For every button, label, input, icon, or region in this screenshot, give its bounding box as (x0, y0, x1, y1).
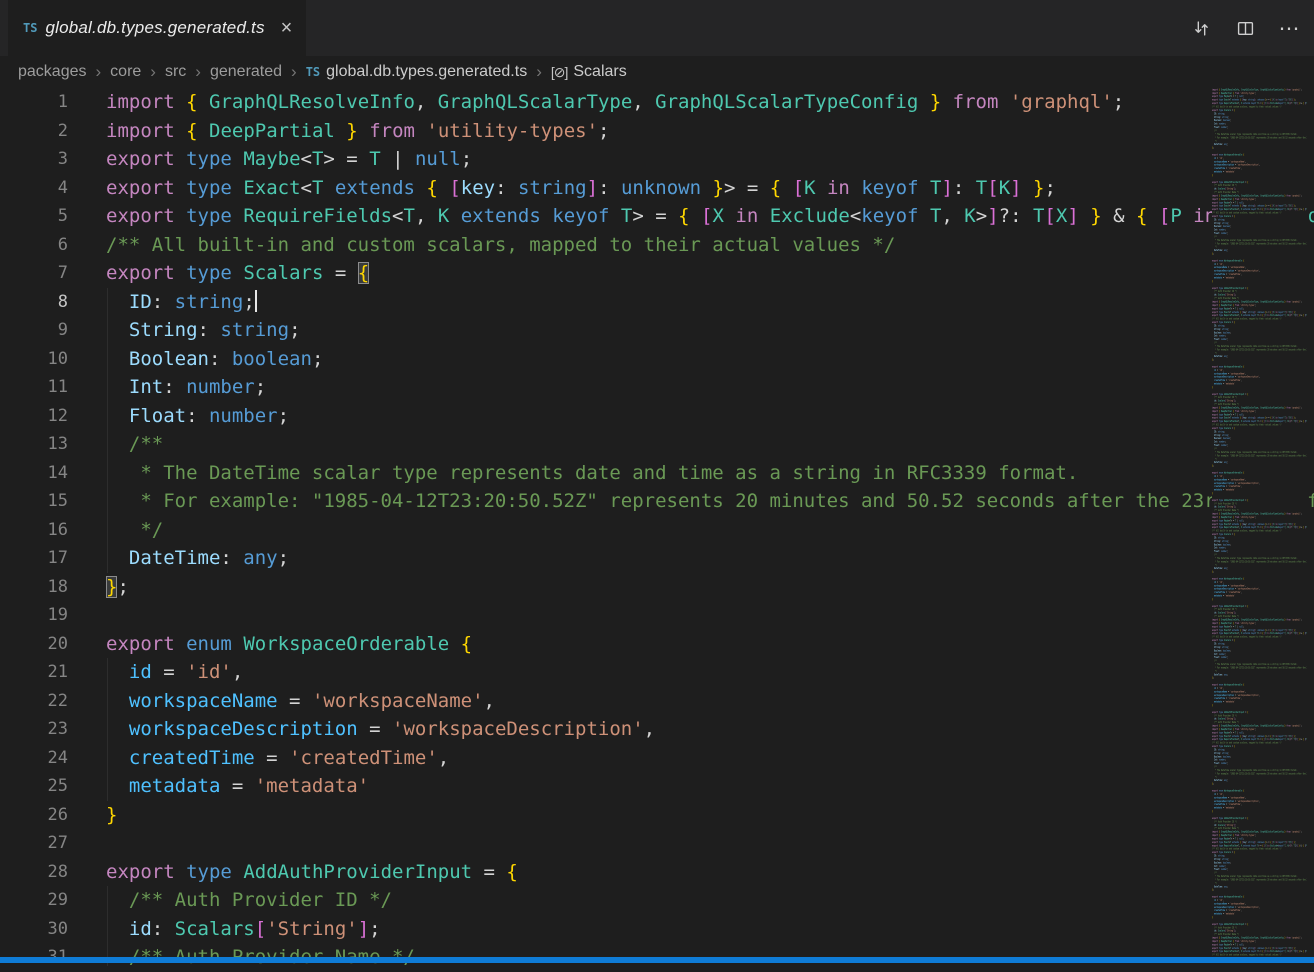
breadcrumb-item-core[interactable]: core (110, 63, 141, 81)
code-line-14[interactable]: * The DateTime scalar type represents da… (106, 459, 1314, 488)
line-number: 12 (0, 402, 68, 431)
code-line-18[interactable]: }; (106, 573, 1314, 602)
code-line-28[interactable]: export type AddAuthProviderInput = { (106, 858, 1314, 887)
line-number: 20 (0, 630, 68, 659)
breadcrumb-separator: › (150, 62, 156, 82)
code-line-9[interactable]: String: string; (106, 316, 1314, 345)
line-number: 1 (0, 88, 68, 117)
code-line-26[interactable]: } (106, 801, 1314, 830)
code-line-27[interactable] (106, 829, 1314, 858)
text-cursor (255, 290, 257, 312)
code-line-3[interactable]: export type Maybe<T> = T | null; (106, 145, 1314, 174)
code-line-11[interactable]: Int: number; (106, 373, 1314, 402)
code-line-25[interactable]: metadata = 'metadata' (106, 772, 1314, 801)
editor[interactable]: 1234567891011121314151617181920212223242… (0, 88, 1314, 966)
breadcrumb-label: generated (210, 63, 282, 81)
minimap-content: import { GraphQLResolveInfo, GraphQLScal… (1212, 88, 1307, 956)
code-line-13[interactable]: /** (106, 430, 1314, 459)
line-number: 5 (0, 202, 68, 231)
line-number: 21 (0, 658, 68, 687)
line-number: 26 (0, 801, 68, 830)
editor-actions: ⋯ (1186, 0, 1304, 56)
line-number: 25 (0, 772, 68, 801)
line-number: 11 (0, 373, 68, 402)
line-number: 3 (0, 145, 68, 174)
close-icon[interactable]: × (281, 18, 293, 38)
breadcrumb-item-generated[interactable]: generated (210, 63, 282, 81)
code-line-4[interactable]: export type Exact<T extends { [key: stri… (106, 174, 1314, 203)
breadcrumb-separator: › (536, 62, 542, 82)
code-line-23[interactable]: workspaceDescription = 'workspaceDescrip… (106, 715, 1314, 744)
line-number: 2 (0, 117, 68, 146)
breadcrumb-label: global.db.types.generated.ts (326, 63, 527, 81)
breadcrumb-label: Scalars (573, 63, 626, 81)
code-line-8[interactable]: ID: string; (106, 288, 1314, 317)
code-lines[interactable]: import { GraphQLResolveInfo, GraphQLScal… (106, 88, 1314, 966)
line-number: 29 (0, 886, 68, 915)
code-line-6[interactable]: /** All built-in and custom scalars, map… (106, 231, 1314, 260)
code-line-17[interactable]: DateTime: any; (106, 544, 1314, 573)
breadcrumb-separator: › (291, 62, 297, 82)
tab-bar: TS global.db.types.generated.ts × ⋯ (0, 0, 1314, 56)
line-number: 16 (0, 516, 68, 545)
tab-global-db-types-generated[interactable]: TS global.db.types.generated.ts × (8, 0, 306, 56)
breadcrumb-separator: › (195, 62, 201, 82)
line-number: 4 (0, 174, 68, 203)
code-line-22[interactable]: workspaceName = 'workspaceName', (106, 687, 1314, 716)
symbol-type-icon: [⊘] (551, 64, 568, 81)
line-number: 24 (0, 744, 68, 773)
code-line-16[interactable]: */ (106, 516, 1314, 545)
typescript-file-icon: TS (23, 21, 37, 35)
line-number: 6 (0, 231, 68, 260)
line-number: 14 (0, 459, 68, 488)
code-line-1[interactable]: import { GraphQLResolveInfo, GraphQLScal… (106, 88, 1314, 117)
line-number: 23 (0, 715, 68, 744)
line-number: 13 (0, 430, 68, 459)
line-number: 19 (0, 601, 68, 630)
line-number: 30 (0, 915, 68, 944)
code-line-24[interactable]: createdTime = 'createdTime', (106, 744, 1314, 773)
more-actions-icon[interactable]: ⋯ (1274, 13, 1304, 43)
line-number: 17 (0, 544, 68, 573)
breadcrumb-label: core (110, 63, 141, 81)
tab-title: global.db.types.generated.ts (45, 18, 264, 38)
breadcrumb-label: packages (18, 63, 87, 81)
code-line-20[interactable]: export enum WorkspaceOrderable { (106, 630, 1314, 659)
line-number: 15 (0, 487, 68, 516)
breadcrumb-item-packages[interactable]: packages (18, 63, 87, 81)
line-number: 27 (0, 829, 68, 858)
breadcrumb-item-scalars[interactable]: [⊘] Scalars (551, 63, 627, 81)
breadcrumb-label: src (165, 63, 186, 81)
code-line-10[interactable]: Boolean: boolean; (106, 345, 1314, 374)
line-number: 28 (0, 858, 68, 887)
code-line-12[interactable]: Float: number; (106, 402, 1314, 431)
line-number: 8 (0, 288, 68, 317)
breadcrumb-item-global-db-types-generated-ts[interactable]: TS global.db.types.generated.ts (306, 63, 527, 81)
minimap[interactable]: import { GraphQLResolveInfo, GraphQLScal… (1212, 88, 1307, 956)
breadcrumb-item-src[interactable]: src (165, 63, 186, 81)
gutter: 1234567891011121314151617181920212223242… (0, 88, 68, 972)
line-number: 7 (0, 259, 68, 288)
code-line-15[interactable]: * For example: "1985-04-12T23:20:50.52Z"… (106, 487, 1314, 516)
breadcrumb: packages › core › src › generated › TS global.db.… (0, 56, 1314, 88)
code-line-5[interactable]: export type RequireFields<T, K extends k… (106, 202, 1314, 231)
code-line-19[interactable] (106, 601, 1314, 630)
line-number: 10 (0, 345, 68, 374)
status-bar (0, 957, 1314, 963)
code-line-7[interactable]: export type Scalars = { (106, 259, 1314, 288)
code-line-29[interactable]: /** Auth Provider ID */ (106, 886, 1314, 915)
split-editor-icon[interactable] (1230, 13, 1260, 43)
typescript-file-icon: TS (306, 65, 320, 79)
line-number: 9 (0, 316, 68, 345)
open-changes-icon[interactable] (1186, 13, 1216, 43)
code-line-30[interactable]: id: Scalars['String']; (106, 915, 1314, 944)
line-number: 18 (0, 573, 68, 602)
code-line-21[interactable]: id = 'id', (106, 658, 1314, 687)
line-number: 22 (0, 687, 68, 716)
breadcrumb-separator: › (96, 62, 102, 82)
code-line-2[interactable]: import { DeepPartial } from 'utility-typ… (106, 117, 1314, 146)
